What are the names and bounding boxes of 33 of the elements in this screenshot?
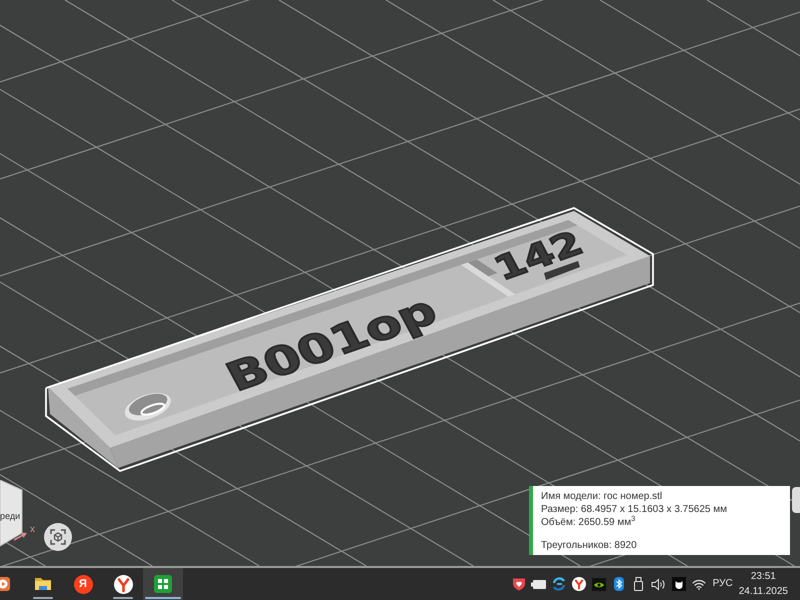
grid-app-icon: [154, 575, 172, 593]
volume-icon[interactable]: [651, 578, 666, 590]
wifi-icon[interactable]: [692, 578, 706, 590]
language-indicator[interactable]: РУС: [712, 578, 733, 590]
media-app-icon: [0, 576, 11, 592]
focus-frame-icon: [50, 529, 66, 545]
mounting-hole: [124, 392, 171, 420]
fit-view-button[interactable]: [44, 523, 72, 551]
cat-logo-icon[interactable]: [672, 577, 686, 591]
region-text: 142: [488, 224, 590, 288]
taskbar-button[interactable]: Я: [63, 568, 103, 600]
clock-time[interactable]: 23:51: [750, 569, 776, 584]
x-axis-arrow: [14, 531, 27, 541]
app-logo: Я: [74, 574, 92, 594]
sync-icon[interactable]: [552, 577, 566, 591]
view-cube[interactable]: реди: [0, 480, 23, 547]
browser-logo-icon[interactable]: [572, 577, 586, 591]
eye-logo-icon[interactable]: [592, 578, 606, 590]
taskbar-button[interactable]: [143, 568, 183, 600]
bluetooth-icon[interactable]: [614, 577, 624, 591]
info-line: Объём: 2650.59 мм$^{3}$: [541, 516, 636, 529]
folder-icon: [34, 576, 52, 592]
side-handle[interactable]: [792, 487, 800, 513]
usb-drive-icon[interactable]: [634, 577, 644, 591]
axis-label: x: [30, 524, 35, 536]
battery-icon[interactable]: [531, 580, 546, 588]
cube-face-label: реди: [0, 511, 20, 521]
shield-icon[interactable]: [512, 577, 526, 591]
triangle-count: Треугольников: 8920: [541, 539, 638, 552]
browser-logo-icon: [114, 574, 132, 594]
clock-date[interactable]: 24.11.2025: [738, 584, 788, 599]
info-line: Размер: 68.4957 x 15.1603 x 3.75625 мм: [541, 503, 728, 516]
info-line: Имя модели: гос номер.stl: [541, 490, 664, 503]
